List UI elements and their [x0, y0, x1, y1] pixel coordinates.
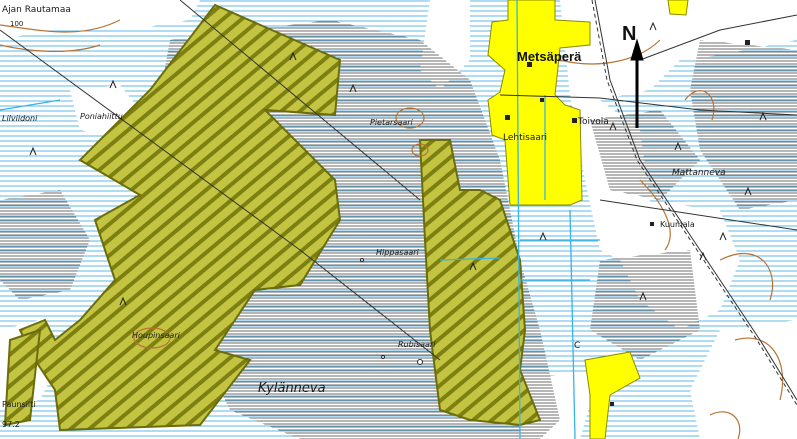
place-label-bottom-left: Paunsilti [2, 400, 35, 409]
place-label-toivola: Toivola [577, 117, 609, 127]
place-label-lehtisaari: Lehtisaari [503, 133, 547, 143]
house-icon [610, 402, 614, 406]
place-label-kuumala: Kuumala [660, 220, 695, 229]
map-canvas: N Metsäperä Ajan Rautamaa Lehtisaari Toi… [0, 0, 797, 439]
house-icon [572, 118, 577, 123]
elevation-label: 97.2 [2, 420, 20, 429]
house-icon [505, 115, 510, 120]
place-label-kylanneva: Kylänneva [258, 381, 326, 396]
house-icon [650, 222, 654, 226]
place-label-left-edge: Lilviidoni [2, 114, 38, 123]
place-label-poniahiittu: Poniahiittu [80, 112, 123, 121]
place-label-hippasaari: Hippasaari [376, 248, 420, 257]
place-label-houpinsaari: Houpinsaari [132, 331, 181, 340]
place-label-mattanneva: Mattanneva [672, 168, 726, 178]
north-letter: N [622, 23, 636, 45]
village-label: Metsäperä [517, 49, 582, 64]
house-icon [540, 98, 544, 102]
road-letter-label: C [574, 341, 580, 351]
house-icon [745, 40, 750, 45]
contour-value-label: 100 [10, 20, 23, 28]
place-label-top-left: Ajan Rautamaa [2, 5, 71, 15]
place-label-rubisaari: Rubisaari [398, 340, 436, 349]
place-label-pietarsaari: Pietarsaari [370, 118, 414, 127]
map-view[interactable]: N Metsäperä Ajan Rautamaa Lehtisaari Toi… [0, 0, 797, 439]
